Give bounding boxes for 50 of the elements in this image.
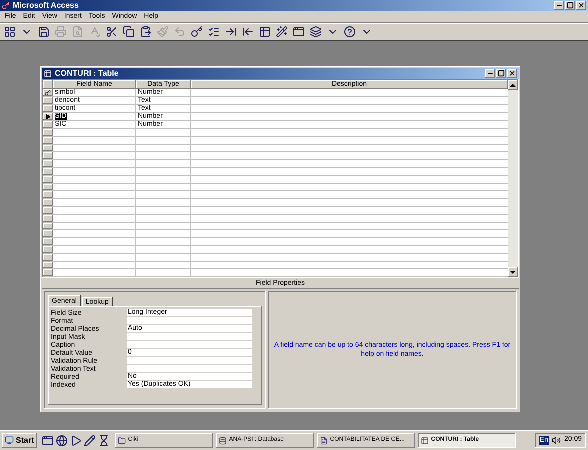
document-icon xyxy=(320,436,328,444)
save-icon[interactable] xyxy=(38,26,50,38)
desktop-icon[interactable] xyxy=(42,434,54,446)
table-window-title: CONTURI : Table xyxy=(55,70,119,78)
close-button[interactable] xyxy=(507,69,517,78)
pencil-icon[interactable] xyxy=(84,434,96,446)
vertical-scrollbar[interactable] xyxy=(508,80,518,277)
current-row-icon xyxy=(45,114,51,120)
table-icon xyxy=(421,436,430,444)
build-icon[interactable] xyxy=(276,26,288,38)
close-icon xyxy=(578,2,584,9)
start-button[interactable]: Start xyxy=(2,433,38,448)
cut-icon[interactable] xyxy=(106,26,118,38)
hourglass-icon[interactable] xyxy=(98,434,110,446)
property-value-field[interactable] xyxy=(127,365,252,373)
restore-button[interactable] xyxy=(565,1,575,10)
properties-icon[interactable] xyxy=(259,26,271,38)
browser-icon[interactable] xyxy=(56,434,68,446)
close-button[interactable] xyxy=(576,1,586,10)
close-icon xyxy=(508,70,516,77)
primary-key-icon[interactable] xyxy=(191,26,203,38)
row-selector[interactable] xyxy=(43,89,53,96)
database-window-icon[interactable] xyxy=(293,26,305,38)
property-value-field[interactable] xyxy=(127,317,252,325)
folder-icon xyxy=(118,436,126,444)
view-icon[interactable] xyxy=(4,26,16,38)
window-title: Microsoft Access xyxy=(13,2,79,10)
new-object-icon[interactable] xyxy=(310,26,322,38)
row-selector[interactable] xyxy=(43,113,53,120)
paste-icon[interactable] xyxy=(140,26,152,38)
restore-icon xyxy=(566,2,574,9)
volume-icon[interactable] xyxy=(552,436,562,445)
property-value-field[interactable] xyxy=(127,341,252,349)
indexes-icon[interactable] xyxy=(208,26,220,38)
help-icon[interactable] xyxy=(344,26,356,38)
delete-rows-icon[interactable] xyxy=(242,26,254,38)
maximize-button[interactable] xyxy=(496,69,506,78)
primary-key-icon xyxy=(45,90,51,96)
property-value-field[interactable] xyxy=(127,333,252,341)
database-icon xyxy=(219,436,228,444)
maximize-icon xyxy=(498,70,504,77)
minimize-icon xyxy=(556,2,562,9)
property-value-field[interactable] xyxy=(127,357,252,365)
minimize-button[interactable] xyxy=(485,69,495,78)
app-key-icon xyxy=(2,2,10,10)
copy-icon[interactable] xyxy=(123,26,135,38)
minimize-icon xyxy=(486,70,494,77)
media-player-icon[interactable] xyxy=(70,434,82,446)
insert-rows-icon[interactable] xyxy=(225,26,237,38)
minimize-button[interactable] xyxy=(554,1,564,10)
